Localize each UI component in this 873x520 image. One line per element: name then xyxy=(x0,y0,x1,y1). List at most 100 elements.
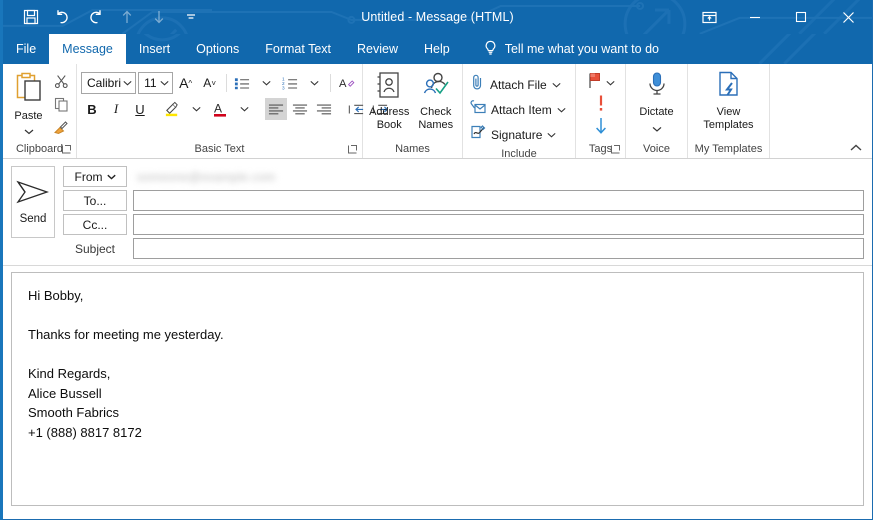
from-button[interactable]: From xyxy=(63,166,127,187)
numbering-button[interactable]: 1 2 3 xyxy=(279,72,301,94)
ribbon-tabs[interactable]: File Message Insert Options Format Text … xyxy=(3,34,872,64)
ribbon: Paste Clipboard Calibri 11 A ^ A ˅ 1 2 3… xyxy=(3,64,872,160)
tell-me-search[interactable]: Tell me what you want to do xyxy=(483,34,669,64)
tab-file[interactable]: File xyxy=(3,34,49,64)
to-button[interactable]: To... xyxy=(63,190,127,211)
chevron-down-icon[interactable] xyxy=(175,3,207,31)
cc-label: Cc... xyxy=(82,217,108,232)
from-address[interactable]: someone@example.com xyxy=(133,166,864,187)
quick-access-toolbar[interactable] xyxy=(15,0,207,34)
message-body-editor[interactable]: Hi Bobby, Thanks for meeting me yesterda… xyxy=(11,272,864,506)
chevron-down-icon[interactable] xyxy=(652,119,662,137)
tab-help[interactable]: Help xyxy=(411,34,463,64)
view-templates-button[interactable]: View Templates xyxy=(692,69,765,132)
lightbulb-icon xyxy=(483,40,498,59)
chevron-down-icon xyxy=(552,82,561,88)
cc-button[interactable]: Cc... xyxy=(63,214,127,235)
chevron-down-icon[interactable] xyxy=(24,122,34,140)
group-label-text: Voice xyxy=(643,143,670,155)
label-line2: Templates xyxy=(703,119,754,131)
check-names-button[interactable]: Check Names xyxy=(414,69,459,132)
label-line1: Address xyxy=(369,106,410,118)
underline-button[interactable]: U xyxy=(129,98,151,120)
to-label: To... xyxy=(83,193,107,208)
to-input[interactable] xyxy=(133,190,864,211)
tab-message[interactable]: Message xyxy=(49,34,126,64)
check-names-label: Check Names xyxy=(418,106,453,132)
ribbon-group-my-templates: View Templates My Templates xyxy=(688,64,770,158)
italic-button[interactable]: I xyxy=(105,98,127,120)
text-highlight-color-button[interactable] xyxy=(161,98,183,120)
undo-icon[interactable] xyxy=(47,3,79,31)
signature-button[interactable]: Signature xyxy=(467,123,566,146)
svg-text:3: 3 xyxy=(282,85,285,90)
copy-button[interactable] xyxy=(50,97,72,117)
from-label: From xyxy=(74,169,103,184)
maximize-icon[interactable] xyxy=(778,0,824,34)
view-templates-label: View Templates xyxy=(703,106,753,132)
bullets-dropdown[interactable] xyxy=(255,72,277,94)
tags-dialog-launcher-icon[interactable] xyxy=(609,144,621,156)
close-icon[interactable] xyxy=(824,0,872,34)
low-importance-button[interactable] xyxy=(594,117,608,140)
minimize-icon[interactable] xyxy=(732,0,778,34)
dictate-button[interactable]: Dictate xyxy=(630,69,683,137)
arrow-up-icon[interactable] xyxy=(111,3,143,31)
body-line: Alice Bussell xyxy=(28,385,102,401)
high-importance-button[interactable] xyxy=(597,94,605,117)
tab-options[interactable]: Options xyxy=(183,34,252,64)
attach-item-button[interactable]: Attach Item xyxy=(467,98,566,121)
dictate-label: Dictate xyxy=(639,106,674,118)
window-controls[interactable] xyxy=(686,0,872,34)
format-painter-button[interactable] xyxy=(50,120,72,140)
align-left-button[interactable] xyxy=(265,98,287,120)
basic-text-dialog-launcher-icon[interactable] xyxy=(346,144,358,156)
font-color-dropdown[interactable] xyxy=(233,98,255,120)
redo-icon[interactable] xyxy=(79,3,111,31)
bullets-button[interactable] xyxy=(231,72,253,94)
font-name-combo[interactable]: Calibri (Bod xyxy=(81,72,137,94)
shrink-font-button[interactable]: A ˅ xyxy=(199,72,221,94)
clear-formatting-button[interactable]: A xyxy=(336,72,358,94)
save-icon[interactable] xyxy=(15,3,47,31)
microphone-icon xyxy=(645,71,669,104)
message-body-area: Hi Bobby, Thanks for meeting me yesterda… xyxy=(3,266,872,514)
font-color-button[interactable]: A xyxy=(209,98,231,120)
ribbon-group-clipboard: Paste Clipboard xyxy=(3,64,77,158)
paste-button[interactable]: Paste xyxy=(7,69,50,140)
chevron-down-icon xyxy=(557,107,566,113)
address-book-button[interactable]: Address Book xyxy=(367,69,412,132)
group-label-basic-text: Basic Text xyxy=(77,141,362,158)
compose-header: Send From someone@example.com To... Cc..… xyxy=(3,159,872,266)
align-right-button[interactable] xyxy=(313,98,335,120)
text-highlight-color-dropdown[interactable] xyxy=(185,98,207,120)
font-size-value: 11 xyxy=(144,76,157,90)
grow-font-button[interactable]: A ^ xyxy=(175,72,197,94)
tab-label: Message xyxy=(62,42,113,56)
attach-file-button[interactable]: Attach File xyxy=(467,73,566,96)
tab-insert[interactable]: Insert xyxy=(126,34,183,64)
font-size-combo[interactable]: 11 xyxy=(138,72,173,94)
from-row: From someone@example.com xyxy=(63,166,864,187)
label-line2: Book xyxy=(376,119,402,131)
cc-input[interactable] xyxy=(133,214,864,235)
svg-text:A: A xyxy=(214,102,222,116)
body-line: Kind Regards, xyxy=(28,366,111,381)
align-center-button[interactable] xyxy=(289,98,311,120)
arrow-down-icon[interactable] xyxy=(143,3,175,31)
copy-icon xyxy=(54,97,69,117)
send-button[interactable]: Send xyxy=(11,166,55,238)
ribbon-group-basic-text: Calibri (Bod 11 A^ A˅ xyxy=(77,64,388,158)
cut-button[interactable] xyxy=(50,74,72,94)
collapse-ribbon-button[interactable] xyxy=(848,141,866,157)
clipboard-dialog-launcher-icon[interactable] xyxy=(60,144,72,156)
subject-input[interactable] xyxy=(133,238,864,259)
tab-format-text[interactable]: Format Text xyxy=(252,34,344,64)
ribbon-display-options-icon[interactable] xyxy=(686,0,732,34)
follow-up-flag-button[interactable] xyxy=(587,71,615,94)
numbering-dropdown[interactable] xyxy=(303,72,325,94)
body-line: Smooth Fabrics xyxy=(28,405,120,420)
group-label-text: My Templates xyxy=(694,143,763,155)
bold-button[interactable]: B xyxy=(81,98,103,120)
tab-review[interactable]: Review xyxy=(344,34,411,64)
